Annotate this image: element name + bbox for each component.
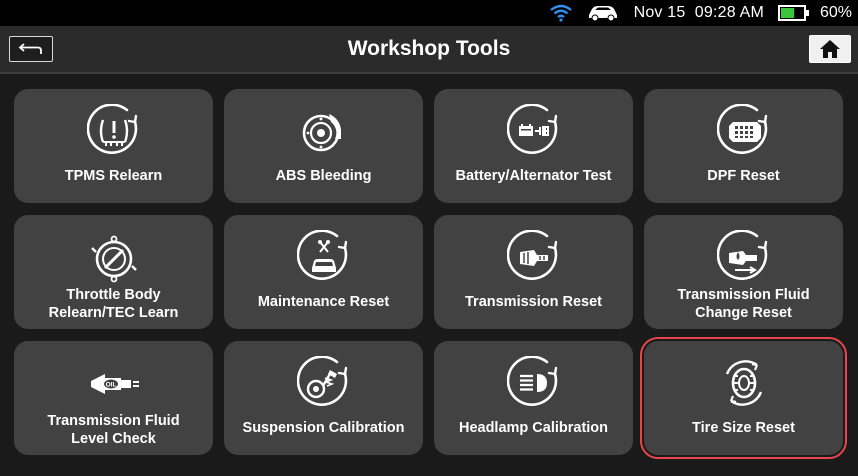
tool-tile-label: Maintenance Reset bbox=[257, 294, 390, 310]
suspension-icon bbox=[296, 356, 347, 406]
oil-level-icon: OIL bbox=[90, 374, 139, 394]
throttle-body-icon bbox=[90, 235, 137, 283]
car-connection-icon bbox=[588, 6, 617, 22]
headlamp-icon bbox=[506, 356, 557, 406]
tool-tile-label: Transmission Fluid Change Reset bbox=[677, 287, 810, 321]
tool-tile-transmission-fluid-level-check[interactable]: OIL Transmission Fluid Level Check bbox=[14, 341, 213, 455]
status-bar: Nov 15 09:28 AM 60% bbox=[0, 0, 858, 26]
home-button[interactable] bbox=[809, 35, 851, 63]
tool-tile-tire-size-reset[interactable]: Tire Size Reset bbox=[640, 337, 847, 459]
tool-tile-label: Tire Size Reset bbox=[692, 420, 795, 436]
app-header: Workshop Tools bbox=[0, 26, 858, 74]
home-icon bbox=[820, 40, 840, 58]
tool-tile-label: Transmission Reset bbox=[465, 294, 602, 310]
wifi-icon bbox=[549, 4, 572, 22]
tool-tile-transmission-reset[interactable]: Transmission Reset bbox=[434, 215, 633, 329]
tool-tile-label: ABS Bleeding bbox=[275, 168, 372, 184]
tool-tile-abs-bleeding[interactable]: ABS Bleeding bbox=[224, 89, 423, 203]
tool-tile-label: Suspension Calibration bbox=[242, 420, 405, 436]
tire-icon bbox=[725, 360, 762, 406]
tool-tile-headlamp-calibration[interactable]: Headlamp Calibration bbox=[434, 341, 633, 455]
dpf-filter-icon bbox=[716, 104, 767, 154]
transmission-icon bbox=[506, 230, 557, 280]
tool-tile-dpf-reset[interactable]: DPF Reset bbox=[644, 89, 843, 203]
page-title: Workshop Tools bbox=[347, 37, 511, 60]
maintenance-car-icon bbox=[296, 230, 347, 280]
transmission-fluid-icon bbox=[716, 230, 767, 280]
tool-tile-label: DPF Reset bbox=[707, 168, 780, 184]
tool-tile-label: Headlamp Calibration bbox=[458, 420, 609, 436]
tpms-icon bbox=[86, 104, 137, 154]
tool-tile-label: Battery/Alternator Test bbox=[455, 168, 612, 184]
tool-tile-suspension-calibration[interactable]: Suspension Calibration bbox=[224, 341, 423, 455]
tool-tile-battery-alternator-test[interactable]: Battery/Alternator Test bbox=[434, 89, 633, 203]
battery-test-icon bbox=[506, 104, 557, 154]
battery-icon bbox=[777, 5, 809, 21]
status-datetime: Nov 15 09:28 AM bbox=[633, 4, 764, 21]
tools-grid: TPMS Relearn ABS Bleeding Battery/Alternat… bbox=[14, 89, 847, 459]
tool-tile-label: Transmission Fluid Level Check bbox=[47, 413, 180, 447]
tool-tile-transmission-fluid-change-reset[interactable]: Transmission Fluid Change Reset bbox=[644, 215, 843, 329]
tool-tile-label: TPMS Relearn bbox=[64, 168, 163, 184]
tool-tile-tpms-relearn[interactable]: TPMS Relearn bbox=[14, 89, 213, 203]
tool-tile-maintenance-reset[interactable]: Maintenance Reset bbox=[224, 215, 423, 329]
battery-percentage: 60% bbox=[819, 4, 852, 21]
tool-tile-throttle-body-relearn-tec-learn[interactable]: Throttle Body Relearn/TEC Learn bbox=[14, 215, 213, 329]
abs-brake-icon bbox=[302, 114, 341, 152]
svg-text:OIL: OIL bbox=[105, 382, 116, 389]
tool-tile-label: Throttle Body Relearn/TEC Learn bbox=[48, 287, 179, 321]
